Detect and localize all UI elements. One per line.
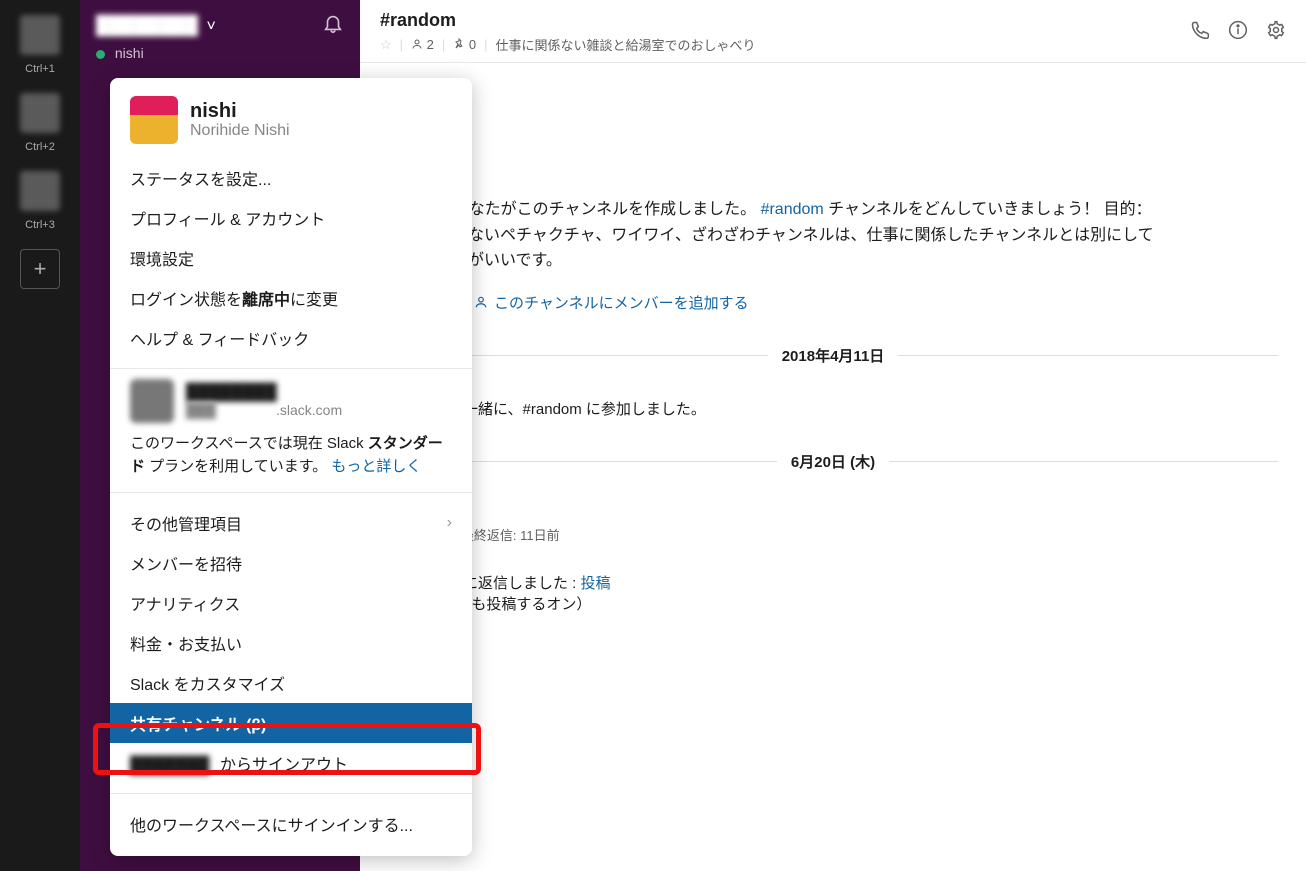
presence-row[interactable]: nishi (80, 45, 360, 73)
workspace-switch-3[interactable] (20, 171, 60, 211)
menu-profile-account[interactable]: プロフィール & アカウント (110, 198, 472, 238)
menu-sign-in-other[interactable]: 他のワークスペースにサインインする... (110, 804, 472, 844)
bell-icon[interactable] (322, 12, 344, 39)
avatar (130, 96, 178, 144)
chevron-down-icon: ˅ (206, 18, 215, 35)
gear-icon[interactable] (1266, 20, 1286, 45)
channel-hero-title: dom (388, 143, 1278, 185)
message[interactable]: hi 18:29 高 3 件の返信 最終返信: 11日前 (388, 486, 1278, 544)
menu-separator (110, 368, 472, 369)
menu-set-status[interactable]: ステータスを設定... (110, 158, 472, 198)
sidebar-header[interactable]: ████████ ˅ (80, 0, 360, 45)
presence-active-icon (96, 50, 105, 59)
menu-analytics[interactable]: アナリティクス (110, 583, 472, 623)
channel-topic[interactable]: 仕事に関係ない雑談と給湯室でのおしゃべり (496, 35, 756, 54)
menu-plan-info: このワークスペースでは現在 Slack スタンダード プランを利用しています。 … (110, 423, 472, 482)
channel-header: #random ☆ | 2 | 0 | 仕事に関係ない雑談と給湯室でのおしゃべり (360, 0, 1306, 63)
menu-separator (110, 492, 472, 493)
menu-real-name: Norihide Nishi (190, 122, 290, 140)
workspace-icon (130, 379, 174, 423)
menu-preferences[interactable]: 環境設定 (110, 238, 472, 278)
menu-invite-members[interactable]: メンバーを招待 (110, 543, 472, 583)
menu-display-name: nishi (190, 100, 290, 122)
message[interactable]: hi 18:30 のスレッドに返信しました : 投稿 言3（以下にも投稿するオン… (388, 554, 1278, 614)
workspace-menu: nishi Norihide Nishi ステータスを設定... プロフィール … (110, 78, 472, 856)
menu-other-admin[interactable]: その他管理項目 › (110, 503, 472, 543)
workspace-switch-1[interactable] (20, 15, 60, 55)
menu-separator (110, 793, 472, 794)
chevron-right-icon: › (447, 514, 452, 532)
channel-hero-body: 月11日、あなたがこのチャンネルを作成しました。 #random チャンネルをど… (388, 197, 1168, 274)
menu-sign-out[interactable]: ███████からサインアウト (110, 743, 472, 783)
thread-last-reply: 最終返信: 11日前 (461, 525, 560, 544)
workspace-shortcut-1: Ctrl+1 (25, 63, 55, 75)
workspace-switch-2[interactable] (20, 93, 60, 133)
channel-name[interactable]: #random (380, 10, 756, 31)
star-icon[interactable]: ☆ (380, 37, 392, 53)
add-workspace-button[interactable]: + (20, 249, 60, 289)
menu-billing[interactable]: 料金・お支払い (110, 623, 472, 663)
date-divider: 6月20日 (木) (388, 451, 1278, 472)
current-user-name: nishi (115, 45, 144, 61)
learn-more-link[interactable]: もっと詳しく (331, 458, 421, 475)
info-icon[interactable] (1228, 20, 1248, 45)
pin-count[interactable]: 0 (453, 37, 476, 52)
main-content: #random ☆ | 2 | 0 | 仕事に関係ない雑談と給湯室でのおしゃべり (360, 0, 1306, 871)
workspace-rail: Ctrl+1 Ctrl+2 Ctrl+3 + (0, 0, 80, 871)
menu-customize-slack[interactable]: Slack をカスタマイズ (110, 663, 472, 703)
message[interactable]: hi 12:18 村聡さんと一緒に、#random に参加しました。 (388, 380, 1278, 419)
menu-workspace-url: ███.slack.com (186, 402, 342, 418)
workspace-shortcut-2: Ctrl+2 (25, 141, 55, 153)
date-divider: 2018年4月11日 (388, 345, 1278, 366)
menu-workspace-name: ████████ (186, 384, 342, 402)
add-member-link[interactable]: このチャンネルにメンバーを追加する (474, 292, 749, 313)
phone-icon[interactable] (1190, 20, 1210, 45)
menu-set-away[interactable]: ログイン状態を離席中に変更 (110, 278, 472, 318)
menu-shared-channels[interactable]: 共有チャンネル (β) (110, 703, 472, 743)
post-link[interactable]: 投稿 (581, 575, 611, 592)
workspace-name: ████████ (96, 15, 198, 35)
member-count[interactable]: 2 (411, 37, 434, 52)
workspace-shortcut-3: Ctrl+3 (25, 219, 55, 231)
menu-help-feedback[interactable]: ヘルプ & フィードバック (110, 318, 472, 358)
